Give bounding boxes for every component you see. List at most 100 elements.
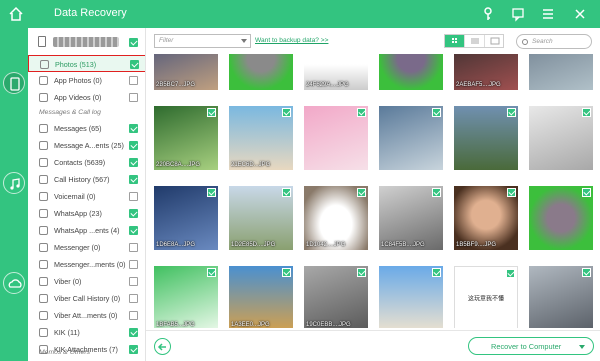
sidebar-item-viber-attachments[interactable]: Viber Att...ments (0): [28, 307, 145, 324]
checkbox-icon[interactable]: [432, 108, 441, 117]
cloud-icon: [8, 279, 22, 288]
sidebar-checkbox[interactable]: [130, 60, 139, 69]
feedback-icon[interactable]: [510, 6, 526, 22]
sidebar-item-viber[interactable]: Viber (0): [28, 273, 145, 290]
device-checkbox[interactable]: [129, 38, 138, 47]
photo-tile[interactable]: 1D1042....JPG: [304, 186, 368, 250]
photo-tile[interactable]: 24F629A....JPG: [304, 54, 368, 90]
photo-tile[interactable]: 19C0EBB....JPG: [304, 266, 368, 328]
photo-tile[interactable]: 1D2E85D....JPG: [229, 186, 293, 250]
list-view-button[interactable]: [465, 35, 485, 47]
rail-itunes-button[interactable]: [3, 172, 25, 194]
photo-tile[interactable]: [229, 54, 293, 90]
photo-tile[interactable]: 这玩意我不懂: [454, 266, 518, 328]
photo-tile[interactable]: 1D6E8A...JPG: [154, 186, 218, 250]
key-icon[interactable]: [480, 6, 496, 22]
sidebar-checkbox[interactable]: [129, 76, 138, 85]
checkbox-icon[interactable]: [432, 268, 441, 277]
back-button[interactable]: [154, 338, 171, 355]
checkbox-icon[interactable]: [282, 108, 291, 117]
checkbox-icon[interactable]: [207, 108, 216, 117]
checkbox-icon[interactable]: [507, 108, 516, 117]
sidebar-checkbox[interactable]: [129, 345, 138, 354]
photo-tile[interactable]: 1C84F5B....JPG: [379, 186, 443, 250]
checkbox-icon[interactable]: [357, 108, 366, 117]
photo-tile[interactable]: [454, 106, 518, 170]
sidebar-item-messages[interactable]: Messages (65): [28, 120, 145, 137]
photo-tile[interactable]: 1BFAB5...JPG: [154, 266, 218, 328]
sidebar-item-app-videos[interactable]: App Videos (0): [28, 89, 145, 106]
sidebar-item-label: Message A...ents (25): [54, 141, 124, 150]
sidebar-checkbox[interactable]: [129, 294, 138, 303]
photo-tile[interactable]: [379, 106, 443, 170]
sidebar-checkbox[interactable]: [129, 141, 138, 150]
search-input[interactable]: Search: [516, 34, 592, 49]
checkbox-icon[interactable]: [432, 188, 441, 197]
arrow-left-icon: [157, 343, 166, 351]
checkbox-icon[interactable]: [582, 268, 591, 277]
photo-tile[interactable]: 21EC6D...JPG: [229, 106, 293, 170]
photo-tile[interactable]: 2B5BC7...JPG: [154, 54, 218, 90]
sidebar-item-contacts[interactable]: Contacts (5639): [28, 154, 145, 171]
chevron-down-icon[interactable]: [579, 345, 585, 349]
sidebar-checkbox[interactable]: [129, 209, 138, 218]
sidebar-item-kik[interactable]: KIK (11): [28, 324, 145, 341]
photo-tile[interactable]: 1A3EE0...JPG: [229, 266, 293, 328]
photo-tile[interactable]: [529, 54, 593, 90]
checkbox-icon[interactable]: [282, 268, 291, 277]
sidebar-item-app-photos[interactable]: App Photos (0): [28, 72, 145, 89]
sidebar-checkbox[interactable]: [129, 260, 138, 269]
sidebar-item-whatsapp-attachments[interactable]: WhatsApp ...ents (4): [28, 222, 145, 239]
sidebar-item-photos[interactable]: Photos (513): [28, 55, 145, 72]
sidebar-checkbox[interactable]: [129, 226, 138, 235]
photo-tile[interactable]: 2AEBAF5....JPG: [454, 54, 518, 90]
photo-tile[interactable]: [379, 54, 443, 90]
device-row[interactable]: [28, 34, 145, 50]
photo-caption: 1D6E8A...JPG: [156, 242, 196, 248]
sidebar-checkbox[interactable]: [129, 192, 138, 201]
checkbox-icon[interactable]: [207, 268, 216, 277]
photo-tile[interactable]: 220BC8A....JPG: [154, 106, 218, 170]
checkbox-icon[interactable]: [207, 188, 216, 197]
rail-device-button[interactable]: [3, 72, 25, 94]
photo-tile[interactable]: [529, 186, 593, 250]
checkbox-icon[interactable]: [357, 188, 366, 197]
checkbox-icon[interactable]: [506, 269, 515, 278]
sidebar-checkbox[interactable]: [129, 124, 138, 133]
sidebar-item-voicemail[interactable]: Voicemail (0): [28, 188, 145, 205]
sidebar-item-messenger[interactable]: Messenger (0): [28, 239, 145, 256]
print-button[interactable]: [485, 35, 505, 47]
messenger-icon: [39, 260, 48, 269]
photo-tile[interactable]: [529, 266, 593, 328]
close-icon[interactable]: [572, 6, 588, 22]
photo-tile[interactable]: [529, 106, 593, 170]
sidebar-checkbox[interactable]: [129, 277, 138, 286]
photo-tile[interactable]: [379, 266, 443, 328]
sidebar-item-message-attachments[interactable]: Message A...ents (25): [28, 137, 145, 154]
photo-tile[interactable]: 1B5BF9....JPG: [454, 186, 518, 250]
checkbox-icon[interactable]: [507, 188, 516, 197]
rail-icloud-button[interactable]: [3, 272, 25, 294]
sidebar-item-whatsapp[interactable]: WhatsApp (23): [28, 205, 145, 222]
sidebar-checkbox[interactable]: [129, 328, 138, 337]
sidebar-checkbox[interactable]: [129, 158, 138, 167]
checkbox-icon[interactable]: [582, 108, 591, 117]
sidebar-checkbox[interactable]: [129, 243, 138, 252]
checkbox-icon[interactable]: [582, 188, 591, 197]
backup-link[interactable]: Want to backup data? >>: [255, 37, 328, 44]
sidebar-checkbox[interactable]: [129, 175, 138, 184]
checkbox-icon[interactable]: [357, 268, 366, 277]
grid-view-button[interactable]: [445, 35, 465, 47]
sidebar-item-messenger-attachments[interactable]: Messenger...ments (0): [28, 256, 145, 273]
sidebar-item-call-history[interactable]: Call History (567): [28, 171, 145, 188]
home-icon[interactable]: [8, 6, 24, 22]
filter-dropdown[interactable]: Filter: [154, 34, 251, 48]
checkbox-icon[interactable]: [282, 188, 291, 197]
menu-icon[interactable]: [540, 6, 556, 22]
photo-grid: 2B5BC7...JPG 24F629A....JPG 2AEBAF5....J…: [150, 54, 596, 328]
sidebar-checkbox[interactable]: [129, 93, 138, 102]
sidebar-checkbox[interactable]: [129, 311, 138, 320]
recover-button[interactable]: Recover to Computer: [468, 337, 594, 355]
sidebar-item-viber-call-history[interactable]: Viber Call History (0): [28, 290, 145, 307]
photo-tile[interactable]: [304, 106, 368, 170]
